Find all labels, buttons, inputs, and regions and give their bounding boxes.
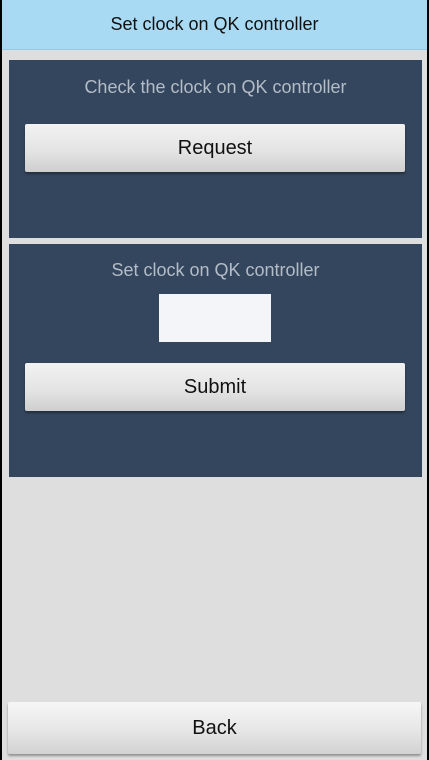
submit-button-label: Submit — [183, 375, 247, 398]
clock-input[interactable] — [159, 294, 271, 342]
request-button[interactable]: Request — [25, 124, 405, 172]
title-bar: Set clock on QK controller — [2, 0, 427, 50]
submit-button[interactable]: Submit — [25, 363, 405, 411]
set-clock-label: Set clock on QK controller — [111, 260, 320, 280]
check-clock-label: Check the clock on QK controller — [84, 77, 347, 97]
back-button[interactable]: Back — [8, 702, 421, 754]
set-clock-panel: Set clock on QK controller Submit — [9, 244, 422, 477]
request-button-label: Request — [177, 136, 253, 159]
app-screen: Set clock on QK controller Check the clo… — [2, 0, 427, 760]
back-button-label: Back — [192, 716, 237, 739]
check-clock-panel: Check the clock on QK controller Request — [9, 60, 422, 238]
page-title: Set clock on QK controller — [110, 14, 319, 34]
